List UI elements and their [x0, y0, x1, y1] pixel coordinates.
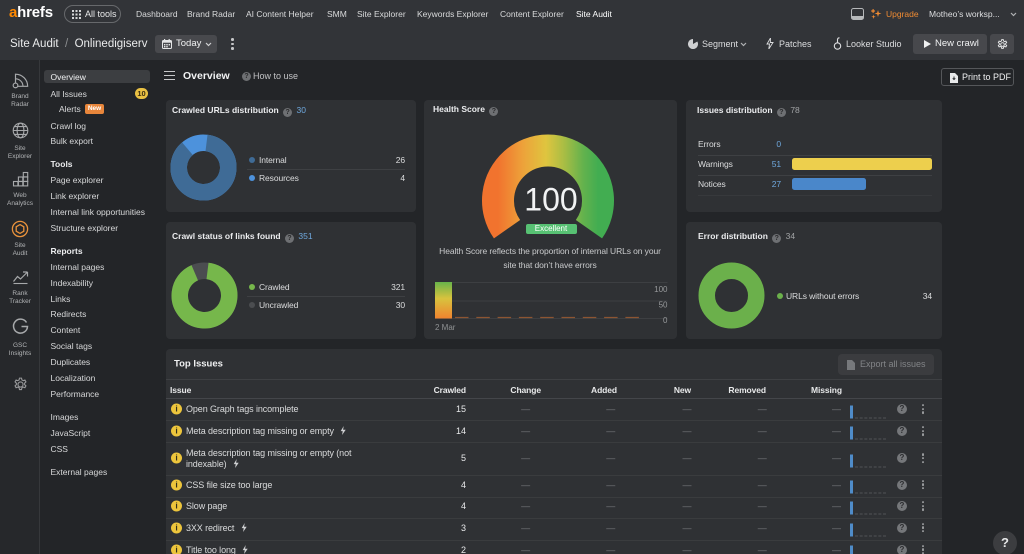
svg-text:2 Mar: 2 Mar — [435, 323, 456, 332]
svg-text:0: 0 — [663, 316, 668, 325]
svg-text:50: 50 — [659, 301, 668, 310]
svg-text:100: 100 — [654, 285, 668, 294]
